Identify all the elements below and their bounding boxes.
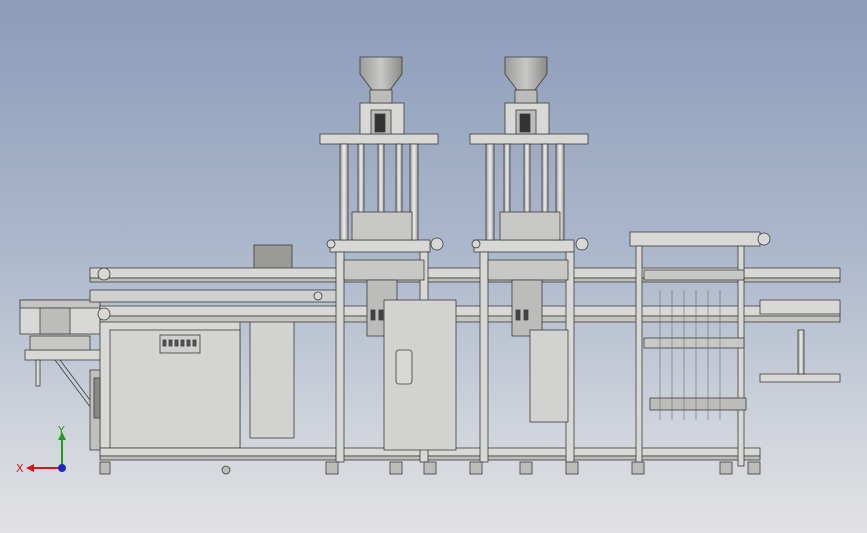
leveling-feet bbox=[99, 461, 761, 475]
assembly-model bbox=[19, 56, 841, 475]
y-axis-arrow bbox=[58, 432, 66, 468]
x-axis-label: X bbox=[16, 462, 24, 475]
y-axis-label: Y bbox=[57, 426, 65, 437]
x-axis-arrow bbox=[26, 464, 62, 472]
cad-viewport[interactable]: X Y bbox=[0, 0, 867, 533]
right-output-section bbox=[629, 231, 841, 467]
coordinate-triad: X Y bbox=[16, 426, 66, 475]
filling-station-2 bbox=[469, 56, 589, 463]
z-axis-origin bbox=[58, 464, 66, 472]
filling-station-1 bbox=[319, 56, 457, 463]
